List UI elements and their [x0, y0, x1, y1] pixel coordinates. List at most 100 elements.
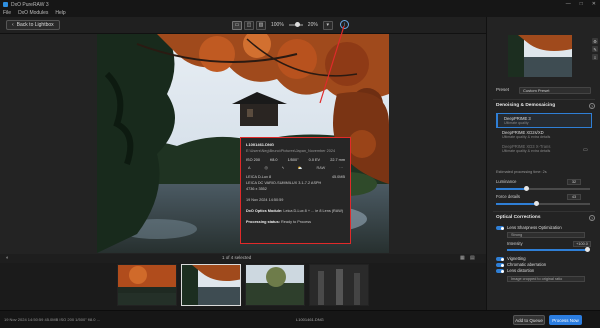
title-bar: DxO PureRAW 3 — □ ✕ [0, 0, 600, 9]
estimated-time: Estimated processing time: 2s [496, 170, 547, 174]
preset-label: Preset [496, 87, 510, 92]
thumbnail-2[interactable] [181, 264, 241, 306]
option-deepprime-xd2s[interactable]: DeepPRIME XD2s/XD Ultimate quality & ext… [496, 128, 592, 141]
status-filename: L1001461.DNG [296, 317, 324, 322]
white-balance-icon: ⛅ [297, 166, 303, 171]
thumbnail-3[interactable] [245, 264, 305, 306]
option-deepprime-3[interactable]: DeepPRIME 3 Ultimate quality [496, 113, 592, 128]
optics-module-row: DxO Optics Module: Leica D-Lux 8 + ... i… [246, 209, 345, 214]
distortion-label: Lens distortion [507, 268, 535, 273]
exif-focal: 22.7 mm [330, 158, 345, 163]
back-label: Back to Lightbox [16, 22, 54, 28]
raw-icon: RAW [316, 166, 326, 171]
zoom-level[interactable]: 20% [308, 22, 318, 28]
thumbnail-4[interactable] [309, 264, 369, 306]
zoom-slider[interactable] [288, 22, 303, 28]
maximize-button[interactable]: □ [580, 1, 583, 7]
option-deepprime-xd3[interactable]: DeepPRIME XD3 X-Trans Ultimate quality &… [496, 142, 592, 155]
view-controls: ▭ ◫ ▥ 100% 20% ▾ [232, 20, 333, 30]
add-to-queue-button[interactable]: Add to Queue [513, 315, 545, 325]
luminance-value[interactable]: 32 [567, 179, 581, 185]
edit-tool-icon[interactable]: ✎ [592, 46, 598, 52]
lens-sharpness-toggle[interactable] [496, 226, 504, 230]
luminance-label: Luminance [496, 179, 517, 184]
menu-dxo-modules[interactable]: DxO Modules [18, 10, 48, 16]
split-view-icon[interactable]: ◫ [244, 20, 254, 30]
navigator-thumbnail[interactable] [508, 35, 572, 77]
toggle-panel-icon[interactable]: ◐ [6, 255, 9, 261]
image-dimensions: 4736 x 3552 [246, 186, 267, 191]
close-button[interactable]: ✕ [592, 1, 596, 7]
intensity-value[interactable]: +100.0 [573, 241, 591, 247]
filmstrip [0, 263, 486, 310]
processing-status-row: Processing status: Ready to Process [246, 220, 345, 225]
vignetting-label: Vignetting [507, 256, 526, 261]
back-to-lightbox-button[interactable]: ‹ Back to Lightbox [6, 20, 60, 30]
info-icon[interactable]: i [340, 20, 349, 29]
optics-value: Leica D-Lux 8 + ... ie 8 Lens (RAW) [283, 208, 344, 213]
distortion-mode-select[interactable]: Image cropped to original ratio [507, 276, 585, 282]
exif-shutter: 1/500" [287, 158, 299, 163]
zoom-fit-label[interactable]: 100% [271, 22, 284, 28]
image-viewer: L1001461.DNG E:\Users\Neg\Bruno\Pictures… [0, 34, 486, 283]
denoising-title: Denoising & Demosaicing [496, 103, 556, 108]
help-icon[interactable]: ? [589, 103, 595, 109]
process-now-button[interactable]: Process Now [549, 315, 582, 325]
single-view-icon[interactable]: ▭ [232, 20, 242, 30]
lens-model: LEICA DC VARIO-SUMMILUX 3.1-7.2 ASPH [246, 180, 322, 185]
option-sub: Ultimate quality & extra details [502, 149, 551, 153]
preset-select[interactable]: Custom Preset [519, 87, 591, 94]
help-icon[interactable]: ? [589, 215, 595, 221]
window-controls: — □ ✕ [566, 1, 596, 7]
status-label: Processing status: [246, 219, 280, 224]
exif-iso: ISO 200 [246, 158, 260, 163]
option-sub: Ultimate quality [504, 121, 529, 125]
panel-side-tools: ⚙ ✎ ⇩ [592, 38, 598, 60]
file-size: 45.0MB [331, 174, 345, 179]
intensity-slider[interactable] [507, 247, 590, 252]
settings-tool-icon[interactable]: ⚙ [592, 38, 598, 44]
intensity-label: Intensity [507, 241, 523, 246]
force-details-slider[interactable] [496, 201, 590, 206]
camera-model: LEICA D-Lux 8 [246, 174, 272, 179]
list-view-icon[interactable]: ▤ [470, 255, 475, 261]
force-details-value[interactable]: 43 [567, 194, 581, 200]
lens-sharpness-label: Lens Sharpness Optimization [507, 225, 562, 230]
settings-panel: ⚙ ✎ ⇩ Preset Custom Preset Denoising & D… [486, 17, 600, 310]
force-details-label: Force details [496, 194, 520, 199]
status-value: Ready to Process [281, 219, 312, 224]
chromatic-toggle[interactable] [496, 263, 504, 267]
thumbnail-1[interactable] [117, 264, 177, 306]
zoom-dropdown-icon[interactable]: ▾ [322, 20, 333, 30]
app-logo-icon [3, 2, 8, 7]
flash-off-icon: ϟ [281, 166, 284, 171]
popup-path: E:\Users\Neg\Bruno\Pictures\Japan_Novemb… [246, 149, 336, 154]
sharpness-mode-select[interactable]: Strong [507, 232, 585, 238]
metering-icon: ◎ [264, 166, 268, 171]
exif-ev: 0.0 EV [308, 158, 321, 163]
optics-label: DxO Optics Module: [246, 208, 283, 213]
vignetting-toggle[interactable] [496, 257, 504, 261]
optical-corrections-title: Optical Corrections [496, 215, 541, 220]
status-exif: 19 Nov 2024 14:50:59 45.0MB ISO 200 1/50… [4, 317, 100, 322]
compare-icon[interactable]: ▭ [583, 147, 588, 153]
grid-view-icon[interactable]: ▦ [460, 255, 465, 261]
minimize-button[interactable]: — [566, 1, 571, 7]
auto-mode-icon: A [248, 166, 251, 171]
distortion-toggle[interactable] [496, 269, 504, 273]
chromatic-label: Chromatic aberration [507, 262, 547, 267]
exif-icons: A ◎ ϟ ⛅ RAW ··· [246, 166, 345, 171]
toolbar: ‹ Back to Lightbox ▭ ◫ ▥ 100% 20% ▾ i [0, 17, 486, 34]
menu-help[interactable]: Help [55, 10, 65, 16]
capture-date: 19 Nov 2024 14:50:59 [246, 197, 284, 202]
app-title: DxO PureRAW 3 [11, 1, 49, 8]
luminance-slider[interactable] [496, 186, 590, 191]
popup-filename: L1001461.DNG [246, 142, 275, 147]
status-bar: 19 Nov 2024 14:50:59 45.0MB ISO 200 1/50… [0, 310, 600, 328]
side-by-side-icon[interactable]: ▥ [256, 20, 266, 30]
arrow-left-icon: ‹ [12, 22, 14, 28]
export-tool-icon[interactable]: ⇩ [592, 54, 598, 60]
exif-aperture: f/8.0 [270, 158, 278, 163]
camera-row: LEICA D-Lux 8 45.0MB [246, 175, 345, 180]
menu-file[interactable]: File [3, 10, 11, 16]
